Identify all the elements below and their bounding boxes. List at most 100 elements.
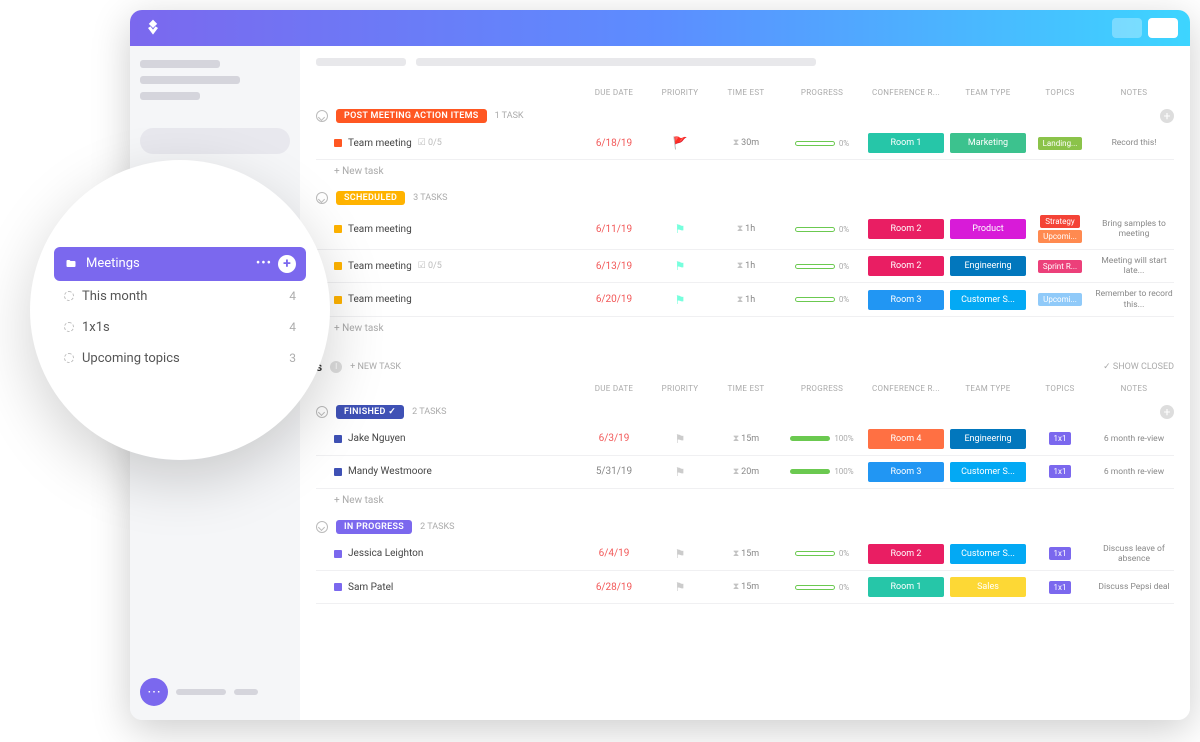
status-group-header[interactable]: POST MEETING ACTION ITEMS 1 TASK + [316, 109, 1174, 123]
new-task-header[interactable]: + NEW TASK [350, 362, 401, 372]
priority-flag-icon[interactable]: ⚑ [650, 465, 710, 479]
due-date[interactable]: 6/4/19 [584, 548, 644, 559]
notes-cell[interactable]: 6 month re-view [1094, 434, 1174, 444]
status-group-header[interactable]: IN PROGRESS 2 TASKS [316, 520, 1174, 534]
task-row[interactable]: Sam Patel 6/28/19 ⚑ ⧗15m 0% Room 1 Sales… [316, 571, 1174, 604]
task-row[interactable]: Team meeting 6/20/19 ⚑ ⧗1h 0% Room 3 Cus… [316, 283, 1174, 316]
popover-folder-meetings[interactable]: Meetings ••• + [54, 247, 306, 281]
time-estimate[interactable]: ⧗1h [716, 224, 776, 234]
progress-cell[interactable]: 0% [782, 262, 862, 271]
team-tag[interactable]: Sales [950, 577, 1026, 597]
status-group-header[interactable]: FINISHED ✓ 2 TASKS + [316, 405, 1174, 419]
notes-cell[interactable]: 6 month re-view [1094, 467, 1174, 477]
topic-chip[interactable]: Strategy [1040, 215, 1079, 228]
topic-chip[interactable]: 1x1 [1049, 432, 1072, 445]
progress-cell[interactable]: 0% [782, 139, 862, 148]
progress-cell[interactable]: 100% [782, 467, 862, 476]
task-row[interactable]: Mandy Westmoore 5/31/19 ⚑ ⧗20m 100% Room… [316, 456, 1174, 489]
progress-cell[interactable]: 0% [782, 583, 862, 592]
task-row[interactable]: Team meeting 6/11/19 ⚑ ⧗1h 0% Room 2 Pro… [316, 209, 1174, 250]
topic-chip[interactable]: 1x1 [1049, 465, 1072, 478]
room-tag[interactable]: Room 1 [868, 577, 944, 597]
topic-chip[interactable]: 1x1 [1049, 581, 1072, 594]
collapse-icon[interactable] [316, 406, 328, 418]
progress-cell[interactable]: 100% [782, 434, 862, 443]
time-estimate[interactable]: ⧗20m [716, 467, 776, 477]
popover-list-item[interactable]: This month 4 [54, 281, 306, 312]
notes-cell[interactable]: Discuss leave of absence [1094, 544, 1174, 564]
due-date[interactable]: 5/31/19 [584, 466, 644, 477]
notes-cell[interactable]: Bring samples to meeting [1094, 219, 1174, 239]
priority-flag-icon[interactable]: ⚑ [650, 432, 710, 446]
team-tag[interactable]: Customer S... [950, 462, 1026, 482]
collapse-icon[interactable] [316, 192, 328, 204]
time-estimate[interactable]: ⧗15m [716, 434, 776, 444]
sidebar-search[interactable] [140, 128, 290, 154]
new-task-button[interactable]: + New task [316, 489, 1174, 512]
room-tag[interactable]: Room 3 [868, 290, 944, 310]
time-estimate[interactable]: ⧗1h [716, 295, 776, 305]
team-tag[interactable]: Product [950, 219, 1026, 239]
collapse-icon[interactable] [316, 110, 328, 122]
topbar-button-2[interactable] [1148, 18, 1178, 38]
progress-cell[interactable]: 0% [782, 549, 862, 558]
team-tag[interactable]: Customer S... [950, 544, 1026, 564]
topbar-button-1[interactable] [1112, 18, 1142, 38]
task-row[interactable]: Team meeting☑ 0/5 6/18/19 🚩 ⧗30m 0% Room… [316, 127, 1174, 160]
show-closed-toggle[interactable]: ✓ SHOW CLOSED [1103, 362, 1174, 372]
room-tag[interactable]: Room 2 [868, 544, 944, 564]
due-date[interactable]: 6/13/19 [584, 261, 644, 272]
notes-cell[interactable]: Discuss Pepsi deal [1094, 582, 1174, 592]
topic-chip[interactable]: Sprint R... [1038, 260, 1082, 273]
add-task-icon[interactable]: + [1160, 405, 1174, 419]
due-date[interactable]: 6/11/19 [584, 224, 644, 235]
add-icon[interactable]: + [278, 255, 296, 273]
topic-chip[interactable]: Landing... [1038, 137, 1083, 150]
team-tag[interactable]: Engineering [950, 256, 1026, 276]
room-tag[interactable]: Room 1 [868, 133, 944, 153]
priority-flag-icon[interactable]: ⚑ [650, 547, 710, 561]
new-task-button[interactable]: + New task [316, 160, 1174, 183]
topic-chip[interactable]: Upcomi... [1038, 230, 1082, 243]
priority-flag-icon[interactable]: 🚩 [650, 136, 710, 150]
time-estimate[interactable]: ⧗15m [716, 582, 776, 592]
due-date[interactable]: 6/20/19 [584, 294, 644, 305]
list-icon [64, 291, 74, 301]
topic-chip[interactable]: Upcomi... [1038, 293, 1082, 306]
priority-flag-icon[interactable]: ⚑ [650, 222, 710, 236]
time-estimate[interactable]: ⧗30m [716, 138, 776, 148]
notes-cell[interactable]: Remember to record this... [1094, 289, 1174, 309]
priority-flag-icon[interactable]: ⚑ [650, 580, 710, 594]
progress-cell[interactable]: 0% [782, 225, 862, 234]
new-task-button[interactable]: + New task [316, 317, 1174, 340]
priority-flag-icon[interactable]: ⚑ [650, 293, 710, 307]
priority-flag-icon[interactable]: ⚑ [650, 259, 710, 273]
topic-chip[interactable]: 1x1 [1049, 547, 1072, 560]
progress-cell[interactable]: 0% [782, 295, 862, 304]
task-row[interactable]: Team meeting☑ 0/5 6/13/19 ⚑ ⧗1h 0% Room … [316, 250, 1174, 283]
task-row[interactable]: Jake Nguyen 6/3/19 ⚑ ⧗15m 100% Room 4 En… [316, 423, 1174, 456]
time-estimate[interactable]: ⧗1h [716, 261, 776, 271]
collapse-icon[interactable] [316, 521, 328, 533]
team-tag[interactable]: Engineering [950, 429, 1026, 449]
notes-cell[interactable]: Meeting will start late... [1094, 256, 1174, 276]
due-date[interactable]: 6/3/19 [584, 433, 644, 444]
due-date[interactable]: 6/28/19 [584, 582, 644, 593]
room-tag[interactable]: Room 2 [868, 256, 944, 276]
popover-list-item[interactable]: 1x1s 4 [54, 312, 306, 343]
room-tag[interactable]: Room 3 [868, 462, 944, 482]
info-icon[interactable]: i [330, 361, 342, 373]
popover-list-item[interactable]: Upcoming topics 3 [54, 343, 306, 374]
task-row[interactable]: Jessica Leighton 6/4/19 ⚑ ⧗15m 0% Room 2… [316, 538, 1174, 571]
due-date[interactable]: 6/18/19 [584, 138, 644, 149]
more-icon[interactable]: ••• [256, 256, 272, 271]
add-task-icon[interactable]: + [1160, 109, 1174, 123]
chat-icon[interactable]: ⋯ [140, 678, 168, 706]
room-tag[interactable]: Room 2 [868, 219, 944, 239]
status-group-header[interactable]: SCHEDULED 3 TASKS [316, 191, 1174, 205]
time-estimate[interactable]: ⧗15m [716, 549, 776, 559]
notes-cell[interactable]: Record this! [1094, 138, 1174, 148]
team-tag[interactable]: Customer S... [950, 290, 1026, 310]
team-tag[interactable]: Marketing [950, 133, 1026, 153]
room-tag[interactable]: Room 4 [868, 429, 944, 449]
